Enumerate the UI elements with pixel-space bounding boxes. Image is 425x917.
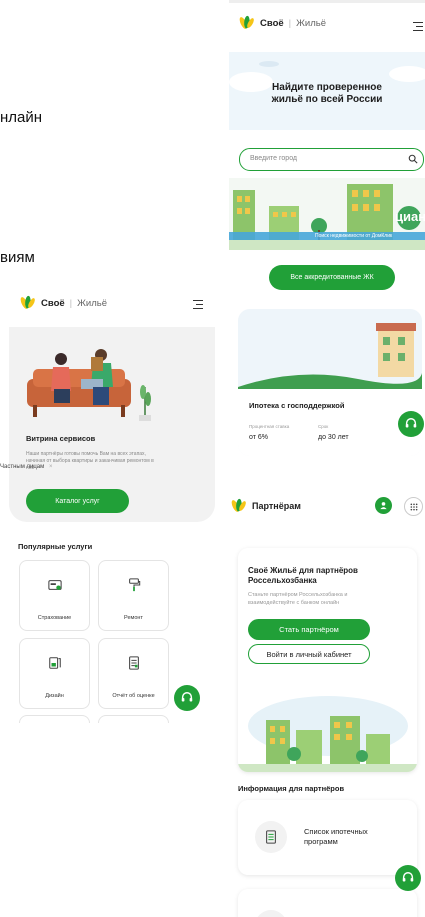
left-phone-screen: Своё | Жильё Витрина сервисов Наши партн…	[9, 282, 215, 723]
partners-description: Станьте партнёром Россельхозбанка и взаи…	[248, 592, 348, 606]
right-phone-screen-top: Своё | Жильё Найдите проверенное жильё п…	[229, 0, 425, 462]
document-list-icon	[266, 830, 276, 844]
rate-value: от 6%	[249, 434, 269, 441]
headset-icon	[405, 418, 417, 428]
brand-logo-icon	[231, 498, 246, 512]
brand-logo-link[interactable]: Своё | Жильё	[237, 14, 326, 32]
mortgage-programs-card[interactable]: Список ипотечных программ	[238, 800, 417, 875]
hero-title-line2: жильё по всей России	[271, 94, 383, 105]
service-card-report[interactable]: Отчёт об оценке	[98, 638, 169, 709]
mortgage-card-title: Ипотека с господдержкой	[249, 401, 345, 410]
apps-grid-button[interactable]	[404, 497, 423, 516]
user-profile-button[interactable]	[375, 497, 392, 514]
popular-services-title: Популярные услуги	[18, 542, 93, 551]
mortgage-programs-title: Список ипотечных программ	[304, 827, 368, 846]
private-persons-label: Частным лицам	[0, 464, 45, 470]
right-phone-screen-partners: Партнёрам Своё Жильё для партнёров Россе…	[229, 486, 425, 917]
term-label: Срок	[318, 424, 329, 429]
brand-logo-icon	[20, 295, 35, 309]
rate-label: Процентная ставка	[249, 424, 290, 429]
info-card-icon-wrap	[255, 910, 287, 917]
services-title: Витрина сервисов	[26, 434, 96, 443]
search-placeholder: Введите город	[250, 155, 298, 162]
fragment-conditions-text: виям	[0, 249, 35, 266]
service-card-design[interactable]: Дизайн	[19, 638, 90, 709]
report-icon	[128, 656, 139, 670]
become-partner-button[interactable]: Стать партнёром	[248, 619, 370, 640]
support-chat-button[interactable]	[398, 411, 424, 437]
brand-subname: Жильё	[296, 17, 326, 29]
house-illustration	[238, 309, 422, 391]
catalog-button[interactable]: Каталог услуг	[26, 489, 129, 513]
cian-logo-text: циан	[395, 209, 425, 224]
service-label: Отчёт об оценке	[112, 693, 155, 699]
mortgage-card[interactable]: Ипотека с господдержкой Процентная ставк…	[238, 309, 422, 456]
brand-logo-link[interactable]: Своё | Жильё	[18, 294, 107, 312]
cian-subtext: Поиск недвижимости от ДомКлик	[315, 233, 393, 239]
login-cabinet-button[interactable]: Войти в личный кабинет	[248, 644, 370, 664]
service-card-insurance[interactable]: Страхование	[19, 560, 90, 631]
partners-title-line1: Своё Жильё для партнёров	[248, 566, 358, 575]
partners-title-line2: Россельхозбанка	[248, 576, 317, 585]
partners-card: Своё Жильё для партнёров Россельхозбанка…	[238, 548, 417, 772]
sofa-people-illustration	[27, 349, 151, 421]
menu-icon[interactable]	[413, 22, 423, 31]
mortgage-card-body	[238, 389, 422, 456]
brand-subname: Жильё	[77, 297, 107, 309]
partners-info-title: Информация для партнёров	[238, 784, 345, 793]
menu-icon[interactable]	[193, 300, 203, 309]
headset-icon	[402, 872, 414, 882]
all-accredited-button[interactable]: Все аккредитованные ЖК	[269, 265, 395, 290]
brand-name: Своё	[260, 17, 284, 29]
design-icon	[48, 657, 61, 669]
support-chat-button[interactable]	[174, 685, 200, 711]
hero-title: Найдите проверенное жильё по всей России	[229, 82, 425, 106]
partners-city-illustration	[238, 696, 417, 772]
close-icon[interactable]: ×	[49, 464, 53, 470]
info-card-partial[interactable]	[238, 889, 417, 917]
grid-icon	[410, 503, 417, 510]
headset-icon	[181, 692, 193, 702]
service-label: Дизайн	[45, 693, 64, 699]
fragment-online-text: нлайн	[0, 109, 43, 126]
city-search-input[interactable]: Введите город	[239, 148, 424, 171]
service-card-partial	[19, 715, 90, 723]
service-label: Страхование	[37, 615, 72, 621]
service-card-repair[interactable]: Ремонт	[98, 560, 169, 631]
service-label: Ремонт	[124, 615, 143, 621]
partners-logo-link[interactable]: Партнёрам	[229, 497, 301, 515]
search-icon[interactable]	[408, 154, 418, 164]
brand-separator: |	[69, 297, 73, 309]
brand-separator: |	[288, 17, 292, 29]
service-card-partial	[98, 715, 169, 723]
services-showcase-block: Витрина сервисов Наши партнёры готовы по…	[9, 327, 215, 522]
term-value: до 30 лет	[318, 434, 349, 441]
user-icon	[380, 502, 387, 510]
paint-roller-icon	[128, 578, 140, 592]
private-persons-tab[interactable]: Частным лицам ×	[0, 464, 52, 470]
partners-title: Своё Жильё для партнёров Россельхозбанка	[248, 566, 358, 586]
insurance-icon	[47, 580, 62, 590]
brand-name: Своё	[41, 297, 65, 309]
partners-header-title: Партнёрам	[252, 501, 301, 511]
hero-title-line1: Найдите проверенное	[272, 82, 382, 93]
programs-icon-wrap	[255, 821, 287, 853]
top-edge	[229, 0, 425, 3]
support-chat-button[interactable]	[395, 865, 421, 891]
brand-logo-icon	[239, 15, 254, 29]
